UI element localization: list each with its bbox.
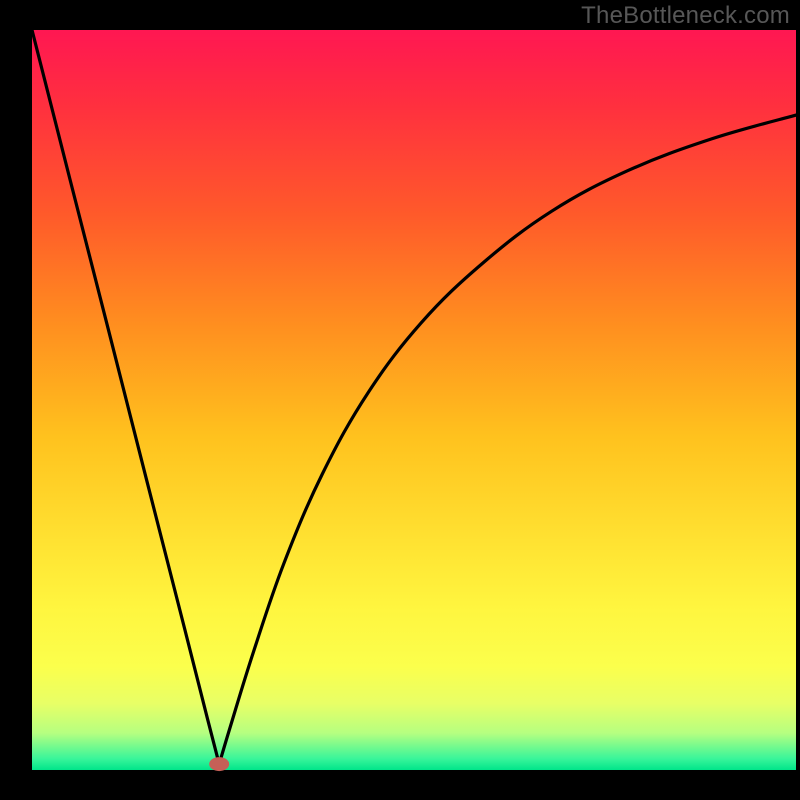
plot-background [32,30,796,770]
minimum-marker [209,757,229,771]
chart-frame: TheBottleneck.com [0,0,800,800]
watermark-text: TheBottleneck.com [581,2,790,30]
bottleneck-chart [0,0,800,800]
